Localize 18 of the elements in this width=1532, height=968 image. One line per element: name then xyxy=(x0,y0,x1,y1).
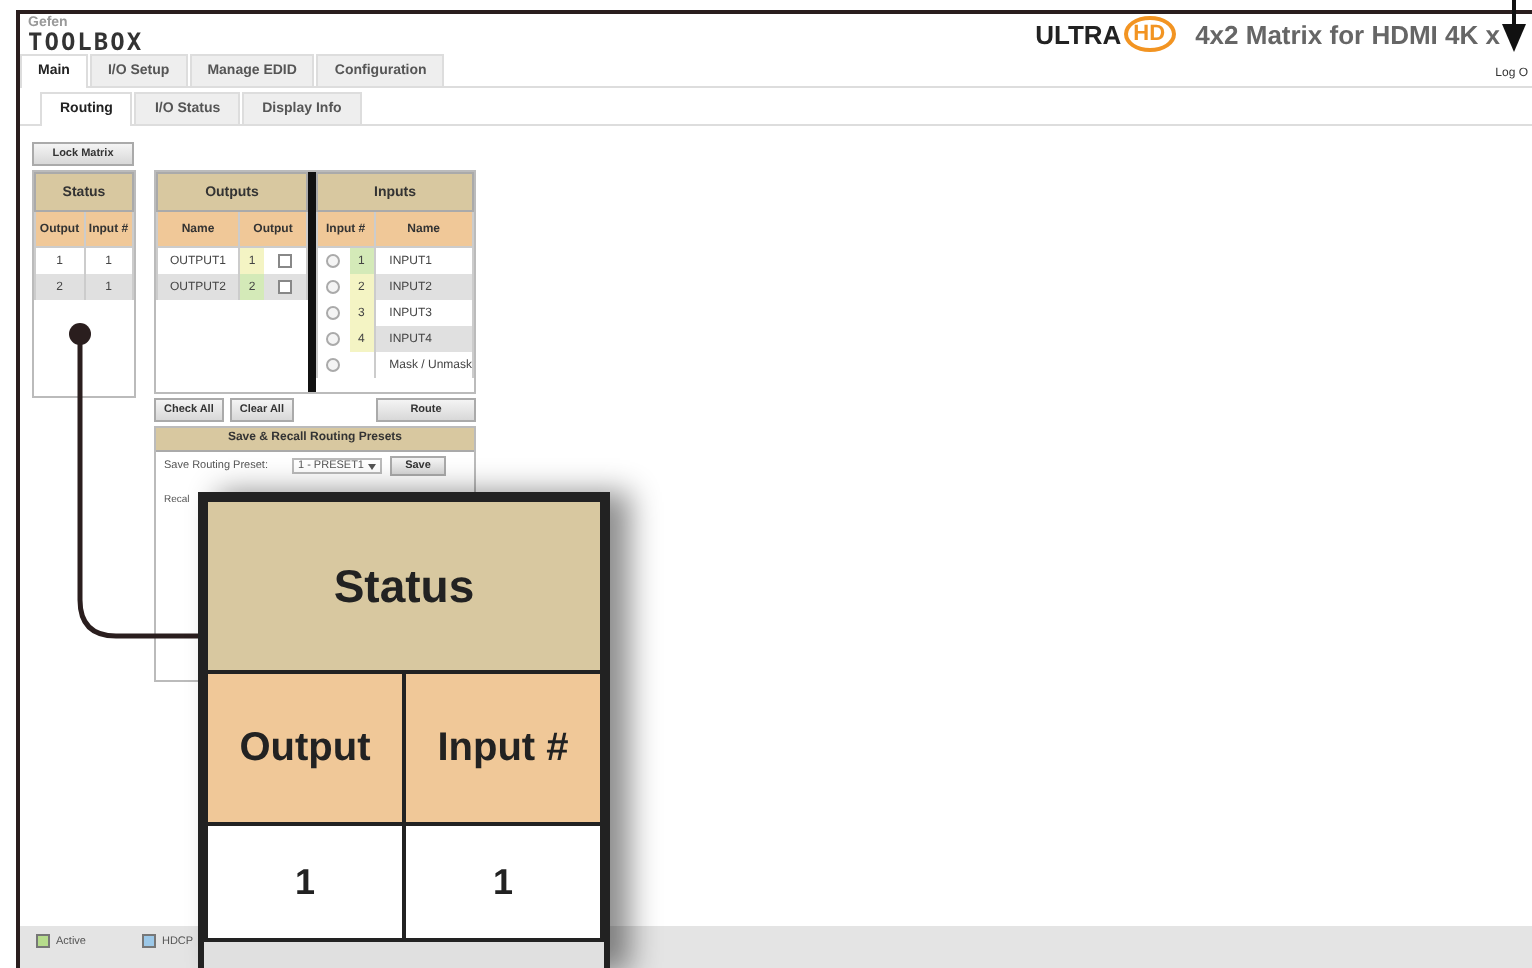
radio-button[interactable] xyxy=(326,305,341,320)
product-title: 4x2 Matrix for HDMI 4K x xyxy=(1195,19,1500,49)
radio-button[interactable] xyxy=(326,357,341,372)
table-title: Status xyxy=(206,500,602,672)
pointer-arrow xyxy=(1502,0,1526,52)
table-cell: 1 xyxy=(403,824,602,940)
brand-logo: TOOLBOX xyxy=(28,29,144,53)
callout-dot xyxy=(69,323,91,345)
radio-button[interactable] xyxy=(326,331,341,346)
ultra-hd-logo: ULTRA HD xyxy=(1035,16,1176,52)
checkbox[interactable] xyxy=(278,253,292,268)
column-header: Output xyxy=(206,672,404,824)
radio-button[interactable] xyxy=(326,253,341,268)
checkbox[interactable] xyxy=(278,279,292,294)
caret-icon xyxy=(368,463,376,469)
table-cell: 1 xyxy=(206,824,404,940)
radio-button[interactable] xyxy=(326,279,341,294)
column-header: Input # xyxy=(403,672,602,824)
